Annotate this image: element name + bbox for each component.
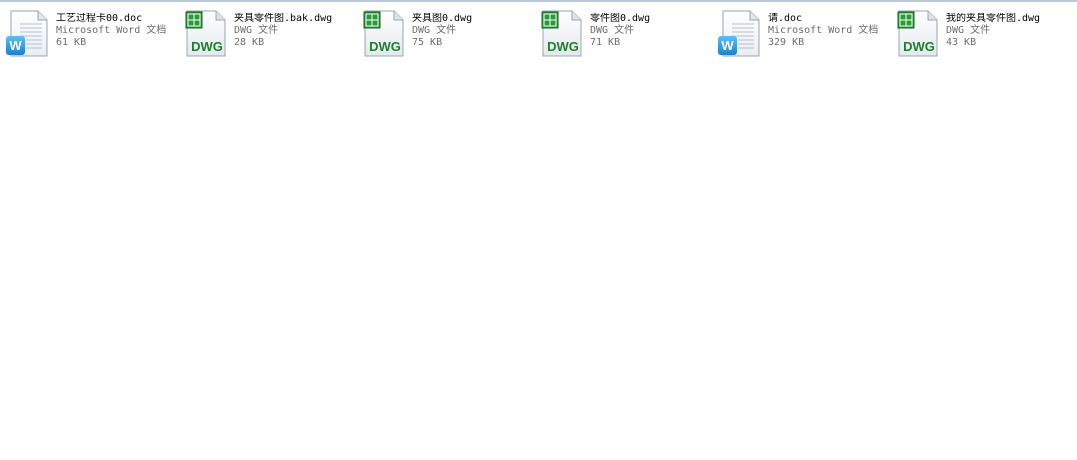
file-name: 请.doc [768, 13, 803, 24]
file-size: 61 KB [56, 37, 87, 48]
file-size: 28 KB [234, 37, 265, 48]
word-icon-letter: W [9, 38, 22, 53]
file-size: 43 KB [946, 37, 977, 48]
dwg-icon-label: DWG [903, 39, 935, 54]
file-size: 71 KB [590, 37, 621, 48]
dwg-file-icon: DWG [541, 10, 582, 57]
dwg-icon-label: DWG [369, 39, 401, 54]
dwg-file-icon: DWG [185, 10, 226, 57]
word-doc-icon: W [718, 10, 760, 57]
dwg-file-icon: DWG [897, 10, 938, 57]
file-item[interactable]: DWG 夹具零件图.bak.dwg DWG 文件 28 KB [184, 10, 356, 62]
file-name: 夹具图0.dwg [412, 13, 473, 24]
file-item[interactable]: W 请.doc Microsoft Word 文档 329 KB [718, 10, 890, 62]
dwg-icon-label: DWG [191, 39, 223, 54]
dwg-file-icon: DWG [363, 10, 404, 57]
file-name: 工艺过程卡00.doc [56, 13, 143, 24]
file-type: Microsoft Word 文档 [768, 25, 879, 36]
file-type: DWG 文件 [590, 25, 635, 36]
file-name: 我的夹具零件图.dwg [946, 13, 1041, 24]
file-item[interactable]: DWG 我的夹具零件图.dwg DWG 文件 43 KB [896, 10, 1068, 62]
file-item[interactable]: DWG 零件图0.dwg DWG 文件 71 KB [540, 10, 712, 62]
file-type: DWG 文件 [234, 25, 279, 36]
file-name: 夹具零件图.bak.dwg [234, 13, 333, 24]
file-item[interactable]: DWG 夹具图0.dwg DWG 文件 75 KB [362, 10, 534, 62]
file-list-view[interactable]: W 工艺过程卡00.doc Microsoft Word 文档 61 KB DW… [0, 2, 1077, 460]
word-doc-icon: W [6, 10, 48, 57]
file-size: 329 KB [768, 37, 805, 48]
file-item[interactable]: W 工艺过程卡00.doc Microsoft Word 文档 61 KB [6, 10, 178, 62]
dwg-icon-label: DWG [547, 39, 579, 54]
file-type: Microsoft Word 文档 [56, 25, 167, 36]
word-icon-letter: W [721, 38, 734, 53]
file-type: DWG 文件 [412, 25, 457, 36]
file-size: 75 KB [412, 37, 443, 48]
file-name: 零件图0.dwg [590, 13, 651, 24]
file-type: DWG 文件 [946, 25, 991, 36]
